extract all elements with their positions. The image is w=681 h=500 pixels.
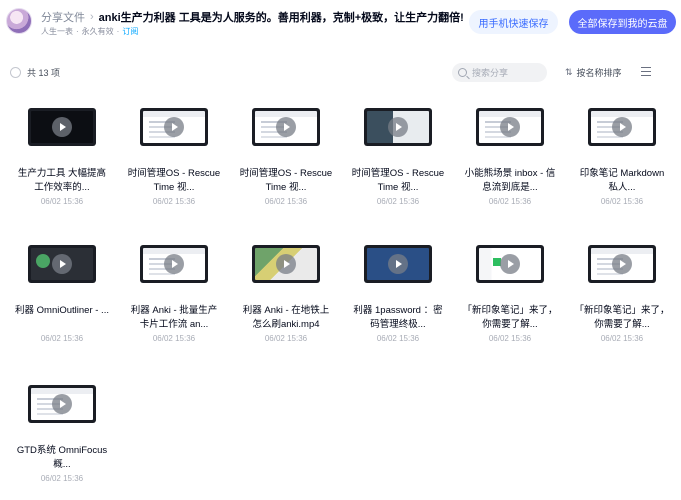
- video-thumbnail[interactable]: [588, 108, 656, 146]
- meta-separator: ·: [76, 27, 79, 36]
- video-thumbnail[interactable]: [28, 385, 96, 423]
- file-item[interactable]: 印象笔记 Markdown 私人... 06/02 15:36: [570, 96, 674, 226]
- file-name[interactable]: 生产力工具 大幅提高工作效率的...: [14, 167, 110, 195]
- play-icon[interactable]: [164, 254, 184, 274]
- play-icon[interactable]: [164, 117, 184, 137]
- sort-label: 按名称排序: [576, 68, 622, 78]
- file-item[interactable]: 利器 OmniOutliner - ... 06/02 15:36: [10, 233, 114, 363]
- file-item[interactable]: 利器 1password ：密码管理终极... 06/02 15:36: [346, 233, 450, 363]
- search-input[interactable]: [472, 67, 542, 78]
- file-item[interactable]: 「新印象笔记」来了，你需要了解... 06/02 15:36: [570, 233, 674, 363]
- file-item[interactable]: 小能熊场景 inbox - 信息流到底是... 06/02 15:36: [458, 96, 562, 226]
- file-item[interactable]: 时间管理OS - RescueTime 视... 06/02 15:36: [122, 96, 226, 226]
- file-date: 06/02 15:36: [600, 334, 644, 343]
- video-thumbnail[interactable]: [140, 108, 208, 146]
- avatar[interactable]: [6, 8, 32, 34]
- file-name[interactable]: 利器 Anki - 批量生产卡片工作流 an...: [126, 304, 222, 332]
- play-icon[interactable]: [612, 254, 632, 274]
- file-date: 06/02 15:36: [488, 197, 532, 206]
- video-thumbnail[interactable]: [364, 108, 432, 146]
- author-name[interactable]: 人生一表: [41, 26, 73, 37]
- search-box[interactable]: [452, 63, 547, 82]
- file-date: 06/02 15:36: [376, 334, 420, 343]
- file-name[interactable]: 利器 Anki - 在地铁上怎么刷anki.mp4: [238, 304, 334, 332]
- video-thumbnail[interactable]: [252, 108, 320, 146]
- file-name[interactable]: 时间管理OS - RescueTime 视...: [126, 167, 222, 195]
- play-icon[interactable]: [500, 117, 520, 137]
- video-thumbnail[interactable]: [476, 108, 544, 146]
- file-name[interactable]: 利器 1password ：密码管理终极...: [350, 304, 446, 332]
- file-item[interactable]: 利器 Anki - 批量生产卡片工作流 an... 06/02 15:36: [122, 233, 226, 363]
- play-icon[interactable]: [612, 117, 632, 137]
- meta-separator: ·: [116, 27, 120, 36]
- file-date: 06/02 15:36: [40, 197, 84, 206]
- file-item[interactable]: GTD系统 OmniFocus概... 06/02 15:36: [10, 373, 114, 500]
- file-item[interactable]: 时间管理OS - RescueTime 视... 06/02 15:36: [234, 96, 338, 226]
- file-date: 06/02 15:36: [600, 197, 644, 206]
- search-icon: [458, 68, 467, 77]
- sort-button[interactable]: ⇅ 按名称排序: [565, 66, 622, 79]
- file-date: 06/02 15:36: [264, 334, 308, 343]
- file-date: 06/02 15:36: [264, 197, 308, 206]
- play-icon[interactable]: [500, 254, 520, 274]
- video-thumbnail[interactable]: [476, 245, 544, 283]
- video-thumbnail[interactable]: [140, 245, 208, 283]
- play-icon[interactable]: [276, 254, 296, 274]
- file-item[interactable]: 「新印象笔记」来了，你需要了解... 06/02 15:36: [458, 233, 562, 363]
- subscribe-link[interactable]: 订阅: [122, 26, 138, 37]
- file-name[interactable]: GTD系统 OmniFocus概...: [14, 444, 110, 472]
- video-thumbnail[interactable]: [588, 245, 656, 283]
- file-date: 06/02 15:36: [376, 197, 420, 206]
- file-date: 06/02 15:36: [152, 197, 196, 206]
- sort-icon: ⇅: [565, 67, 573, 78]
- play-icon[interactable]: [52, 394, 72, 414]
- file-name[interactable]: 「新印象笔记」来了，你需要了解...: [574, 304, 670, 332]
- file-name[interactable]: 利器 OmniOutliner - ...: [14, 304, 110, 318]
- play-icon[interactable]: [388, 117, 408, 137]
- validity-text: 永久有效: [81, 27, 114, 36]
- page-title: anki生产力利器 工具是为人服务的。善用利器，克制+极致，让生产力翻倍!: [98, 12, 464, 24]
- file-name[interactable]: 「新印象笔记」来了，你需要了解...: [462, 304, 558, 332]
- breadcrumb: 分享文件 › anki生产力利器 工具是为人服务的。善用利器，克制+极致，让生产…: [41, 9, 464, 25]
- save-with-phone-button[interactable]: 用手机快速保存: [469, 10, 558, 34]
- play-icon[interactable]: [52, 117, 72, 137]
- file-name[interactable]: 印象笔记 Markdown 私人...: [574, 167, 670, 195]
- file-date: 06/02 15:36: [152, 334, 196, 343]
- share-header: 分享文件 › anki生产力利器 工具是为人服务的。善用利器，克制+极致，让生产…: [0, 0, 681, 46]
- item-count: 共 13 项: [27, 68, 61, 78]
- file-date: 06/02 15:36: [488, 334, 532, 343]
- save-all-to-cloud-button[interactable]: 全部保存到我的云盘: [569, 10, 676, 34]
- file-item[interactable]: 利器 Anki - 在地铁上怎么刷anki.mp4 06/02 15:36: [234, 233, 338, 363]
- video-thumbnail[interactable]: [364, 245, 432, 283]
- play-icon[interactable]: [388, 254, 408, 274]
- breadcrumb-parent-link[interactable]: 分享文件: [41, 9, 85, 25]
- file-item[interactable]: 生产力工具 大幅提高工作效率的... 06/02 15:36: [10, 96, 114, 226]
- play-icon[interactable]: [276, 117, 296, 137]
- file-name[interactable]: 时间管理OS - RescueTime 视...: [238, 167, 334, 195]
- file-item[interactable]: 时间管理OS - RescueTime 视... 06/02 15:36: [346, 96, 450, 226]
- video-thumbnail[interactable]: [28, 108, 96, 146]
- chevron-right-icon: ›: [90, 11, 94, 23]
- share-meta: 人生一表 · 永久有效 · 订阅: [41, 26, 138, 37]
- video-thumbnail[interactable]: [28, 245, 96, 283]
- video-thumbnail[interactable]: [252, 245, 320, 283]
- file-name[interactable]: 小能熊场景 inbox - 信息流到底是...: [462, 167, 558, 195]
- select-all-checkbox[interactable]: [10, 67, 21, 78]
- file-name[interactable]: 时间管理OS - RescueTime 视...: [350, 167, 446, 195]
- file-date: 06/02 15:36: [40, 474, 84, 483]
- view-menu-icon[interactable]: [641, 67, 651, 76]
- file-toolbar: 共 13 项 ⇅ 按名称排序: [0, 60, 681, 84]
- play-icon[interactable]: [52, 254, 72, 274]
- file-date: 06/02 15:36: [40, 334, 84, 343]
